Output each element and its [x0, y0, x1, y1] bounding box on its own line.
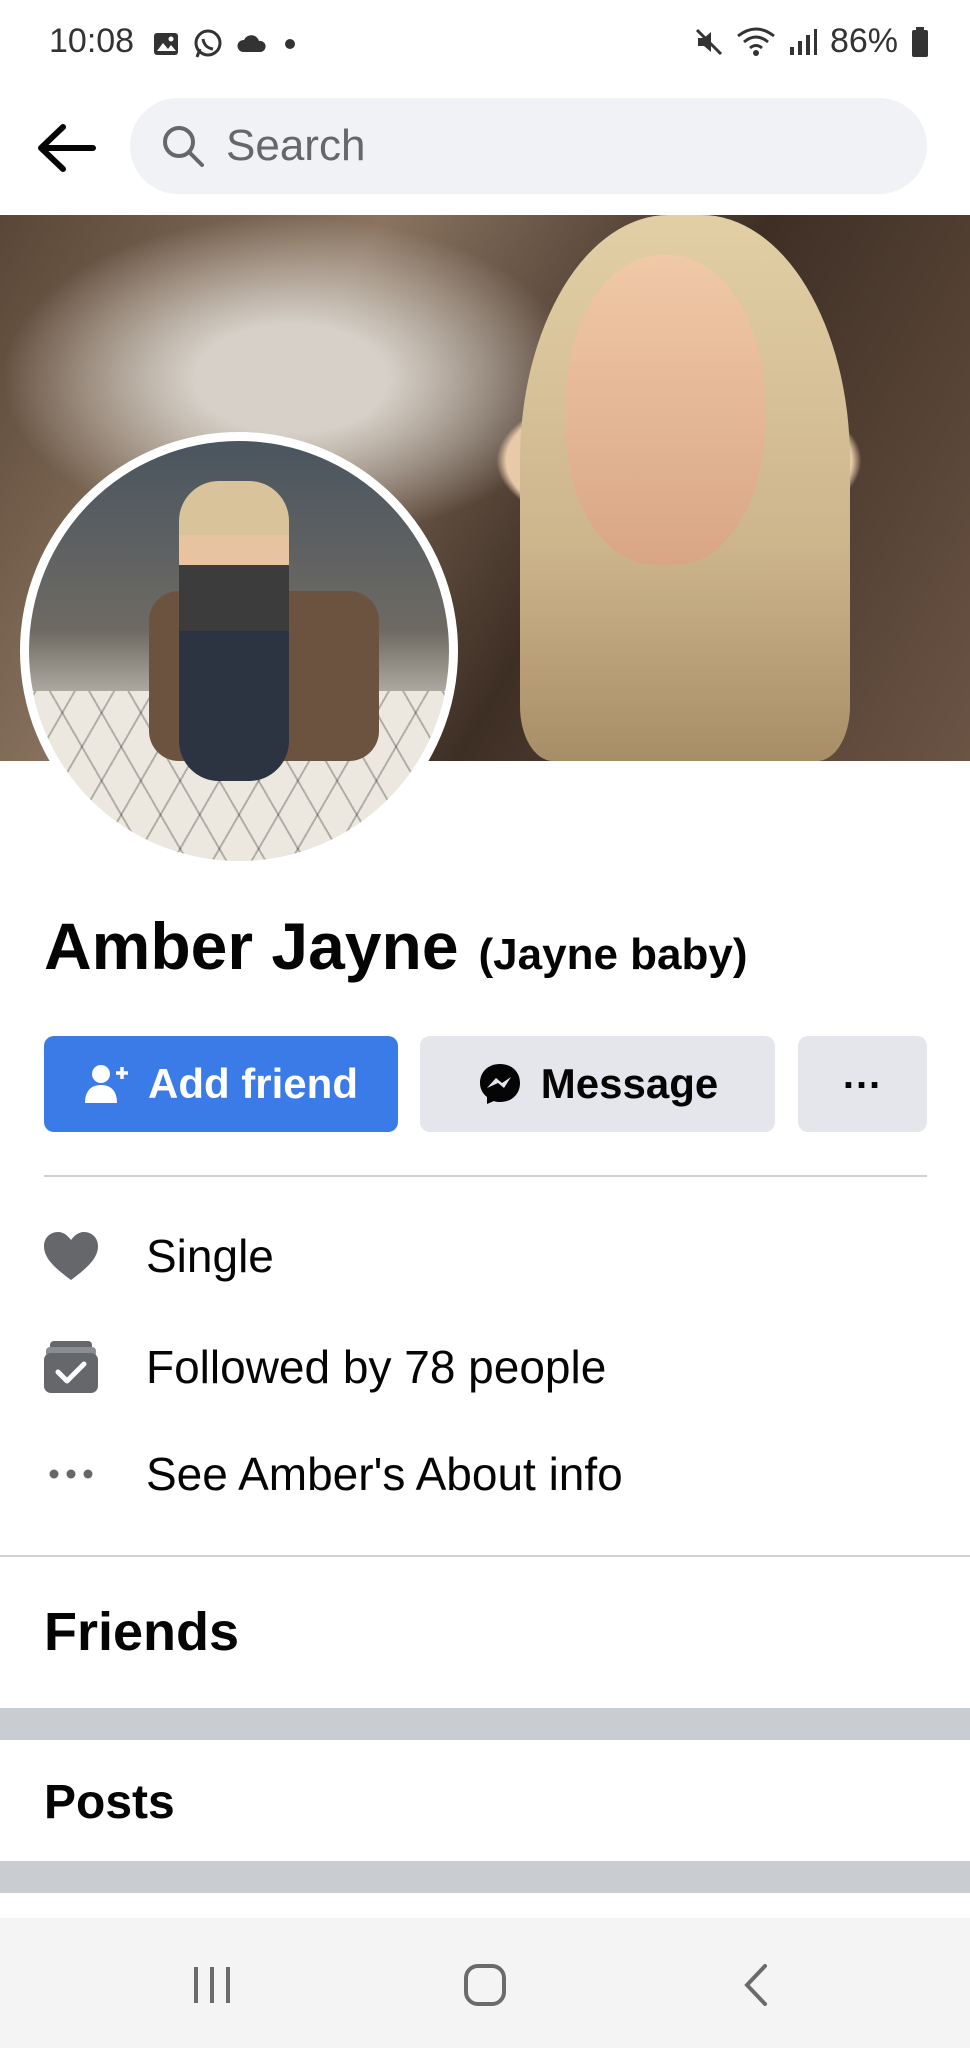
whatsapp-icon: [194, 29, 222, 58]
search-icon: [163, 126, 204, 167]
arrow-left-icon: [38, 124, 96, 172]
search-input[interactable]: [224, 120, 828, 172]
profile-nickname: (Jayne baby): [478, 930, 748, 979]
info-about-row[interactable]: See Amber's About info: [42, 1445, 623, 1503]
info-relationship-row: Single: [42, 1227, 274, 1285]
chevron-left-icon: [744, 1964, 767, 2006]
cover-photo-face: [565, 255, 765, 565]
dot-icon: [285, 39, 295, 49]
posts-section-title[interactable]: Posts: [44, 1775, 175, 1830]
recent-apps-button[interactable]: [172, 1950, 252, 2020]
add-friend-label: Add friend: [148, 1060, 358, 1107]
wifi-icon: [737, 27, 775, 56]
heart-icon: [42, 1227, 100, 1285]
profile-avatar[interactable]: [20, 432, 458, 870]
messenger-icon: [479, 1064, 520, 1104]
add-friend-button[interactable]: Add friend: [44, 1036, 398, 1132]
more-options-button[interactable]: ...: [798, 1036, 927, 1132]
more-options-label: ...: [842, 1052, 883, 1097]
cloud-icon: [237, 35, 266, 52]
status-time: 10:08: [49, 22, 135, 60]
status-icons-right: 86%: [694, 22, 930, 61]
search-bar[interactable]: [130, 98, 927, 194]
recent-apps-icon: [194, 1967, 230, 2003]
avatar-photo: [29, 441, 449, 861]
home-button[interactable]: [445, 1950, 525, 2020]
mute-icon: [695, 28, 722, 55]
divider: [44, 1175, 927, 1177]
followers-check-icon: [42, 1338, 100, 1396]
profile-name-row: Amber Jayne (Jayne baby): [44, 908, 748, 984]
home-icon: [464, 1964, 506, 2006]
back-button[interactable]: [30, 112, 102, 184]
add-friend-icon: [85, 1065, 128, 1103]
system-back-button[interactable]: [716, 1950, 796, 2020]
friends-section-title[interactable]: Friends: [44, 1601, 239, 1663]
followers-count: Followed by 78 people: [146, 1341, 607, 1393]
gallery-icon: [154, 33, 178, 55]
message-button[interactable]: Message: [420, 1036, 775, 1132]
signal-icon: [789, 28, 817, 55]
message-label: Message: [540, 1060, 719, 1107]
info-followers-row[interactable]: Followed by 78 people: [42, 1338, 606, 1396]
section-separator: [0, 1708, 970, 1740]
status-icons-left: [152, 28, 300, 60]
about-link: See Amber's About info: [146, 1448, 623, 1500]
battery-icon: [912, 26, 928, 57]
section-separator: [0, 1861, 970, 1893]
relationship-status: Single: [146, 1230, 274, 1282]
divider: [0, 1555, 970, 1557]
battery-percent: 86%: [829, 22, 898, 60]
ellipsis-icon: [42, 1445, 100, 1503]
profile-name: Amber Jayne: [44, 909, 459, 983]
avatar-person: [179, 481, 289, 781]
